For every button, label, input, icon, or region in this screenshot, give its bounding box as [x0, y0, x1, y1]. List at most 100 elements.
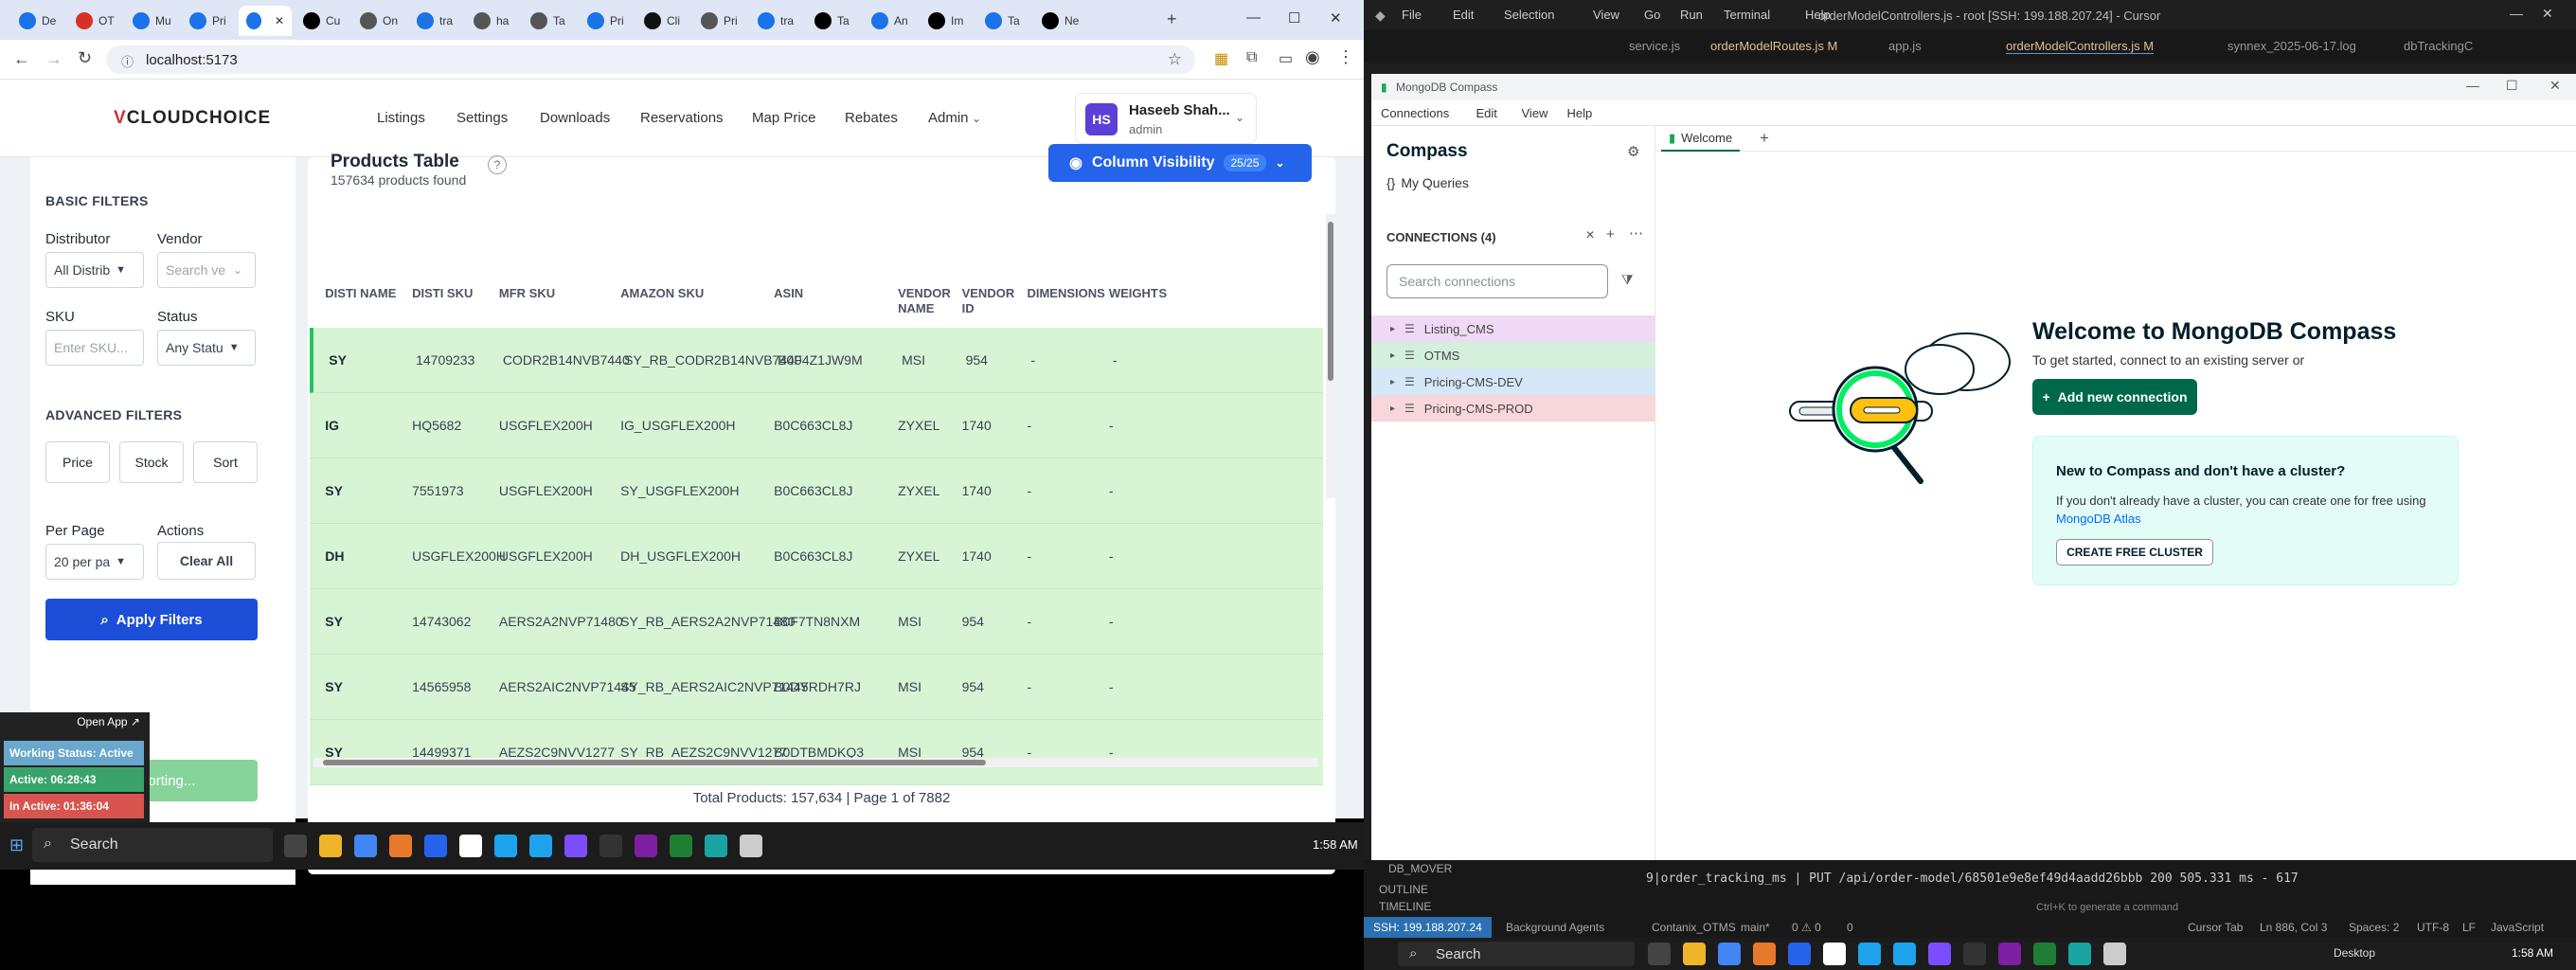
taskbar-search[interactable]: ⌕ Search [1398, 942, 1635, 966]
cursor-position[interactable]: Ln 886, Col 3 [2260, 921, 2327, 934]
create-free-cluster-button[interactable]: CREATE FREE CLUSTER [2056, 539, 2213, 566]
taskbar-app-icon[interactable] [1718, 943, 1741, 965]
browser-tab[interactable]: OT [68, 6, 124, 36]
taskbar-app-icon[interactable] [494, 835, 517, 857]
horizontal-scrollbar[interactable] [313, 758, 1317, 767]
open-app-link[interactable]: Open App ↗ [0, 712, 150, 731]
menu-run[interactable]: Run [1680, 8, 1703, 22]
browser-tab[interactable]: Im [921, 6, 976, 36]
cloudchoice-logo[interactable]: VCLOUDCHOICE [114, 108, 271, 129]
search-connections-input[interactable]: Search connections [1386, 264, 1608, 298]
minimize-icon[interactable]: — [2510, 6, 2523, 21]
workspace-name[interactable]: Contanix_OTMS [1652, 921, 1736, 934]
menu-file[interactable]: File [1402, 8, 1422, 22]
ssh-remote-indicator[interactable]: SSH: 199.188.207.24 [1364, 917, 1492, 938]
horizontal-scroll-thumb[interactable] [323, 760, 986, 765]
sort-filter-button[interactable]: Sort [193, 441, 258, 483]
column-header[interactable]: DISTI NAME [325, 286, 412, 301]
browser-tab[interactable]: Cli [636, 6, 692, 36]
taskbar-app-icon[interactable] [389, 835, 412, 857]
sidepanel-icon[interactable]: ▭ [1279, 49, 1293, 68]
extensions-puzzle-icon[interactable]: ⧉ [1246, 49, 1257, 66]
taskbar-app-icon[interactable] [1998, 943, 2021, 965]
outline-section[interactable]: OUTLINE [1379, 883, 1428, 896]
column-header[interactable]: DIMENSIONS [1027, 286, 1108, 301]
tab-welcome[interactable]: ▮ Welcome [1661, 126, 1741, 152]
nav-map-price[interactable]: Map Price [752, 110, 816, 126]
browser-tab[interactable]: ✕ [239, 6, 292, 36]
taskbar-app-icon[interactable] [1788, 943, 1811, 965]
browser-tab[interactable]: Mu [125, 6, 181, 36]
menu-kebab-icon[interactable]: ⋮ [1337, 47, 1354, 67]
table-row[interactable]: SY 14565958 AERS2AIC2NVP71445 SY_RB_AERS2AI… [310, 655, 1323, 720]
browser-tab[interactable]: De [11, 6, 67, 36]
per-page-select[interactable]: 20 per pa ▼ [45, 544, 144, 580]
taskbar-app-icon[interactable] [635, 835, 657, 857]
new-tab-icon[interactable]: + [1760, 129, 1769, 148]
close-icon[interactable]: ✕ [2549, 78, 2561, 94]
menu-go[interactable]: Go [1644, 8, 1660, 22]
maximize-icon[interactable]: ☐ [1288, 9, 1300, 27]
taskbar-app-icon[interactable] [599, 835, 622, 857]
browser-tab[interactable]: Ta [977, 6, 1033, 36]
taskbar-app-icon[interactable] [1648, 943, 1671, 965]
browser-tab[interactable]: On [352, 6, 408, 36]
tab-close-icon[interactable]: ✕ [275, 14, 284, 27]
taskbar-app-icon[interactable] [1893, 943, 1916, 965]
connection-item[interactable]: ▸ ☰ OTMS [1371, 342, 1655, 368]
taskbar-app-icon[interactable] [459, 835, 482, 857]
browser-tab[interactable]: tra [409, 6, 465, 36]
profile-icon[interactable]: ◉ [1305, 47, 1320, 67]
user-menu[interactable]: HS Haseeb Shah... admin ⌄ [1075, 93, 1257, 144]
taskbar-app-icon[interactable] [1683, 943, 1706, 965]
browser-tab[interactable]: Ne [1034, 6, 1090, 36]
compass-menu-help[interactable]: Help [1567, 106, 1593, 120]
maximize-icon[interactable]: ☐ [2506, 78, 2518, 94]
table-row[interactable]: SY 7551973 USGFLEX200H SY_USGFLEX200H B0C663… [310, 458, 1323, 524]
close-icon[interactable]: ✕ [2542, 6, 2553, 22]
taskbar-app-icon[interactable] [1963, 943, 1986, 965]
nav-rebates[interactable]: Rebates [845, 110, 898, 126]
compass-menu-edit[interactable]: Edit [1476, 106, 1497, 120]
problems-count[interactable]: 0 ⚠ 0 [1792, 921, 1821, 934]
price-filter-button[interactable]: Price [45, 441, 110, 483]
nav-downloads[interactable]: Downloads [540, 110, 610, 126]
column-header[interactable]: VENDOR ID [962, 286, 1028, 316]
gear-icon[interactable]: ⚙ [1627, 143, 1639, 160]
taskbar-app-icon[interactable] [2033, 943, 2056, 965]
editor-tab[interactable]: app.js [1888, 39, 1922, 53]
table-row[interactable]: DH USGFLEX200H USGFLEX200H DH_USGFLEX200H B0… [310, 524, 1323, 589]
column-visibility-button[interactable]: ◉ Column Visibility 25/25 ⌄ [1048, 144, 1312, 182]
collapse-icon[interactable]: ✕ [1585, 228, 1595, 242]
nav-settings[interactable]: Settings [456, 110, 508, 126]
help-icon[interactable]: ? [488, 155, 507, 174]
taskbar-app-icon[interactable] [284, 835, 307, 857]
table-row[interactable]: SY 14709233 CODR2B14NVB7440 SY_RB_CODR2B14N… [310, 328, 1323, 393]
column-header[interactable]: ASIN [774, 286, 898, 301]
nav-reservations[interactable]: Reservations [640, 110, 724, 126]
taskbar-app-icon[interactable] [529, 835, 552, 857]
column-header[interactable]: S [1159, 286, 1188, 301]
stock-filter-button[interactable]: Stock [119, 441, 184, 483]
site-info-icon[interactable]: ⓘ [121, 52, 134, 70]
menu-terminal[interactable]: Terminal [1724, 8, 1770, 22]
background-agents[interactable]: Background Agents [1506, 921, 1604, 934]
editor-tab[interactable]: synnex_2025-06-17.log [2227, 39, 2356, 53]
browser-tab[interactable]: Ta [523, 6, 579, 36]
compass-menu-connections[interactable]: Connections [1381, 106, 1449, 120]
menu-selection[interactable]: Selection [1504, 8, 1554, 22]
sku-input[interactable]: Enter SKU... [45, 330, 144, 366]
mongodb-atlas-link[interactable]: MongoDB Atlas [2056, 512, 2141, 526]
browser-tab[interactable]: Pri [693, 6, 749, 36]
menu-edit[interactable]: Edit [1453, 8, 1474, 22]
taskbar-app-icon[interactable] [740, 835, 762, 857]
more-options-icon[interactable]: ⋯ [1629, 225, 1643, 242]
distributor-select[interactable]: All Distrib ▼ [45, 252, 144, 288]
browser-tab[interactable]: Pri [182, 6, 238, 36]
git-branch[interactable]: main* [1741, 921, 1770, 934]
browser-tab[interactable]: Ta [807, 6, 863, 36]
extension-icon[interactable]: ▦ [1214, 49, 1228, 68]
timeline-section[interactable]: TIMELINE [1379, 900, 1431, 913]
connection-item[interactable]: ▸ ☰ Listing_CMS [1371, 315, 1655, 342]
connection-item[interactable]: ▸ ☰ Pricing-CMS-PROD [1371, 395, 1655, 422]
